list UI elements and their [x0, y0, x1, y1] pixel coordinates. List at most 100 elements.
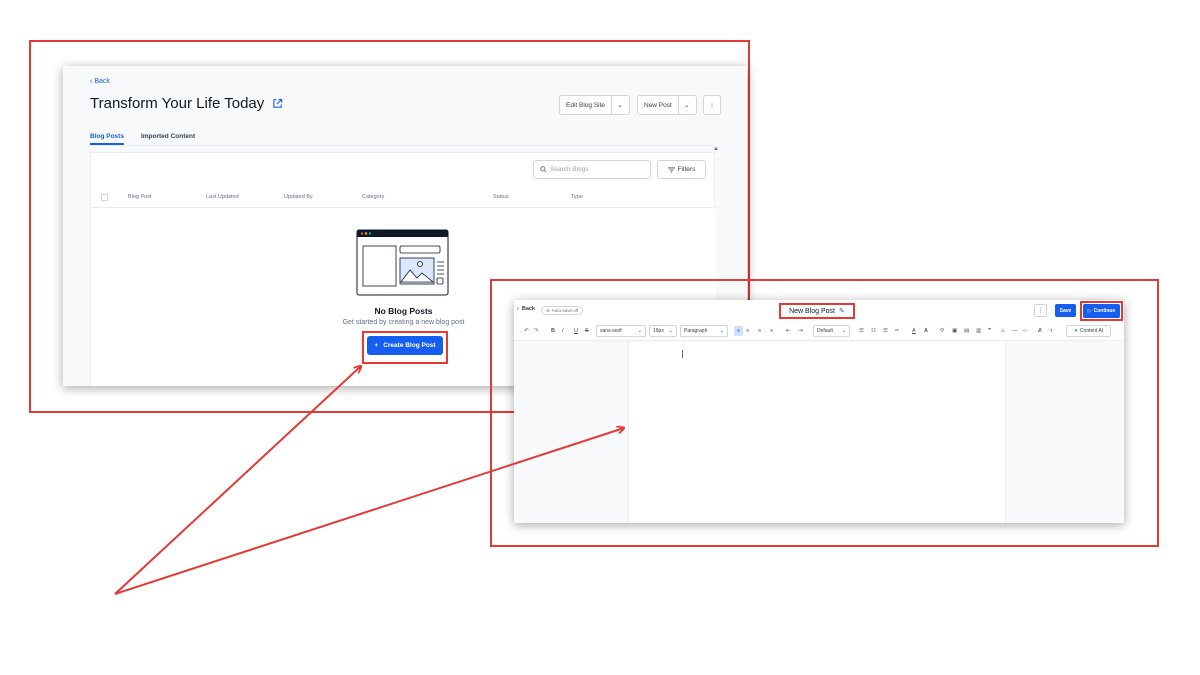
tab-blog-posts[interactable]: Blog Posts — [90, 133, 124, 145]
font-family-value: sans-serif — [600, 328, 622, 334]
align-center-icon[interactable]: ≡ — [746, 326, 749, 336]
table-header: Blog Post Last Updated Updated By Catego… — [91, 187, 716, 208]
cloud-off-icon: ⊘ — [546, 307, 550, 313]
filters-label: Filters — [677, 166, 696, 173]
new-post-label: New Post — [644, 101, 672, 109]
editor-back-button[interactable]: ‹ Back — [517, 306, 535, 312]
column-header[interactable]: Category — [362, 194, 384, 200]
pencil-icon[interactable]: ✎ — [839, 307, 845, 315]
link-icon[interactable]: ⚲ — [940, 326, 944, 336]
horizontal-rule-icon[interactable]: ═ — [895, 326, 899, 336]
content-ai-label: Content AI — [1079, 328, 1104, 334]
annotation-box-create: + Create Blog Post — [362, 331, 448, 364]
new-post-button[interactable]: New Post ⌄ — [637, 95, 697, 115]
empty-blog-illustration-icon — [356, 229, 449, 296]
font-size-value: 16px — [653, 328, 664, 334]
autosave-label: Auto-save off — [551, 308, 579, 313]
column-header[interactable]: Last Updated — [206, 194, 239, 200]
content-tabs: Blog Posts Imported Content — [90, 133, 195, 145]
bold-icon[interactable]: B — [551, 326, 555, 336]
kebab-icon: ⋮ — [1037, 308, 1044, 314]
column-header[interactable]: Status — [493, 194, 509, 200]
chevron-down-icon: ⌄ — [841, 328, 846, 334]
page-title-text: Transform Your Life Today — [90, 95, 265, 112]
external-link-icon[interactable] — [272, 98, 283, 109]
numbered-list-icon[interactable]: ☷ — [871, 326, 876, 336]
continue-button[interactable]: ▷ Continue — [1083, 304, 1120, 318]
column-header[interactable]: Blog Post — [128, 194, 152, 200]
back-link[interactable]: ‹ Back — [90, 78, 110, 85]
search-input[interactable]: Search Blogs — [533, 160, 651, 179]
underline-icon[interactable]: U — [574, 326, 578, 336]
chevron-down-icon[interactable]: ⌄ — [611, 96, 628, 114]
subscript-icon[interactable]: ᴛ — [1050, 326, 1053, 336]
create-blog-post-button[interactable]: + Create Blog Post — [367, 336, 443, 355]
line-height-select[interactable]: Default ⌄ — [813, 325, 850, 337]
select-all-checkbox[interactable] — [101, 194, 108, 201]
editor-back-label: Back — [521, 306, 535, 312]
chevron-down-icon: ⌄ — [668, 328, 673, 334]
plus-icon: + — [374, 342, 379, 349]
embed-icon[interactable]: ▥ — [976, 326, 981, 336]
strikethrough-icon[interactable]: S — [585, 326, 589, 336]
filter-icon — [667, 166, 675, 173]
undo-icon[interactable]: ↶ — [524, 326, 529, 336]
clear-format-icon[interactable]: Ⱥ — [1038, 326, 1042, 336]
outdent-icon[interactable]: ⇤ — [786, 326, 791, 336]
video-icon[interactable]: ▤ — [964, 326, 969, 336]
send-icon: ▷ — [1087, 308, 1092, 314]
edit-blog-site-label: Edit Blog Site — [566, 101, 606, 109]
highlight-icon[interactable]: A — [924, 326, 928, 336]
editor-toolbar: ↶ ↷ B I U S sans-serif ⌄ 16px ⌄ Paragraph ⌄… — [514, 321, 1124, 341]
redo-icon[interactable]: ↷ — [534, 326, 539, 336]
edit-blog-site-button[interactable]: Edit Blog Site ⌄ — [559, 95, 630, 115]
italic-icon[interactable]: I — [562, 326, 564, 336]
editor-top-bar: ‹ Back ⊘ Auto-save off New Blog Post ✎ ⋮… — [514, 300, 1124, 321]
block-type-value: Paragraph — [684, 328, 708, 334]
chevron-down-icon: ⌄ — [637, 328, 642, 334]
page-title: Transform Your Life Today — [90, 95, 283, 112]
tabs-divider — [90, 145, 715, 146]
column-header[interactable]: Updated By — [284, 194, 313, 200]
column-header[interactable]: Type — [571, 194, 583, 200]
code-icon[interactable]: ‹› — [1023, 326, 1027, 336]
bullet-list-icon[interactable]: ☰ — [859, 326, 864, 336]
chevron-down-icon[interactable]: ⌄ — [677, 96, 695, 114]
text-cursor — [682, 350, 683, 358]
indent-icon[interactable]: ⇥ — [798, 326, 803, 336]
continue-label: Continue — [1093, 308, 1116, 314]
quote-icon[interactable]: ❞ — [988, 326, 991, 336]
filters-button[interactable]: Filters — [657, 160, 706, 179]
font-family-select[interactable]: sans-serif ⌄ — [596, 325, 646, 337]
autosave-toggle[interactable]: ⊘ Auto-save off — [541, 306, 584, 315]
emoji-icon[interactable]: ☺ — [1000, 326, 1006, 336]
checklist-icon[interactable]: ☰ — [883, 326, 888, 336]
back-label: Back — [94, 78, 110, 85]
more-options-button[interactable]: ⋮ — [703, 95, 721, 115]
content-ai-button[interactable]: ✦ Content AI — [1066, 325, 1111, 337]
chevron-left-icon: ‹ — [517, 306, 519, 312]
line-height-value: Default — [817, 328, 833, 334]
annotation-box-continue: ▷ Continue — [1080, 301, 1123, 321]
editor-more-button[interactable]: ⋮ — [1034, 304, 1047, 317]
save-button[interactable]: Save — [1055, 304, 1076, 317]
post-title-text: New Blog Post — [789, 307, 836, 315]
align-left-icon[interactable]: ≡ — [734, 326, 743, 336]
editor-canvas[interactable] — [628, 342, 1006, 523]
chevron-left-icon: ‹ — [90, 78, 93, 85]
text-color-icon[interactable]: A — [912, 326, 916, 336]
block-type-select[interactable]: Paragraph ⌄ — [680, 325, 728, 337]
create-blog-post-label: Create Blog Post — [383, 342, 436, 349]
align-justify-icon[interactable]: ≡ — [770, 326, 773, 336]
blog-editor-screenshot: ‹ Back ⊘ Auto-save off New Blog Post ✎ ⋮… — [514, 300, 1124, 523]
kebab-icon: ⋮ — [708, 102, 716, 109]
post-title[interactable]: New Blog Post ✎ — [779, 303, 855, 319]
tab-imported-content[interactable]: Imported Content — [141, 133, 195, 145]
align-right-icon[interactable]: ≡ — [758, 326, 761, 336]
ai-sparkle-icon: ✦ — [1073, 328, 1078, 334]
search-icon — [540, 166, 547, 173]
font-size-select[interactable]: 16px ⌄ — [649, 325, 677, 337]
image-icon[interactable]: ▣ — [952, 326, 957, 336]
chevron-down-icon: ⌄ — [719, 328, 724, 334]
divider-icon[interactable]: — — [1012, 326, 1018, 336]
